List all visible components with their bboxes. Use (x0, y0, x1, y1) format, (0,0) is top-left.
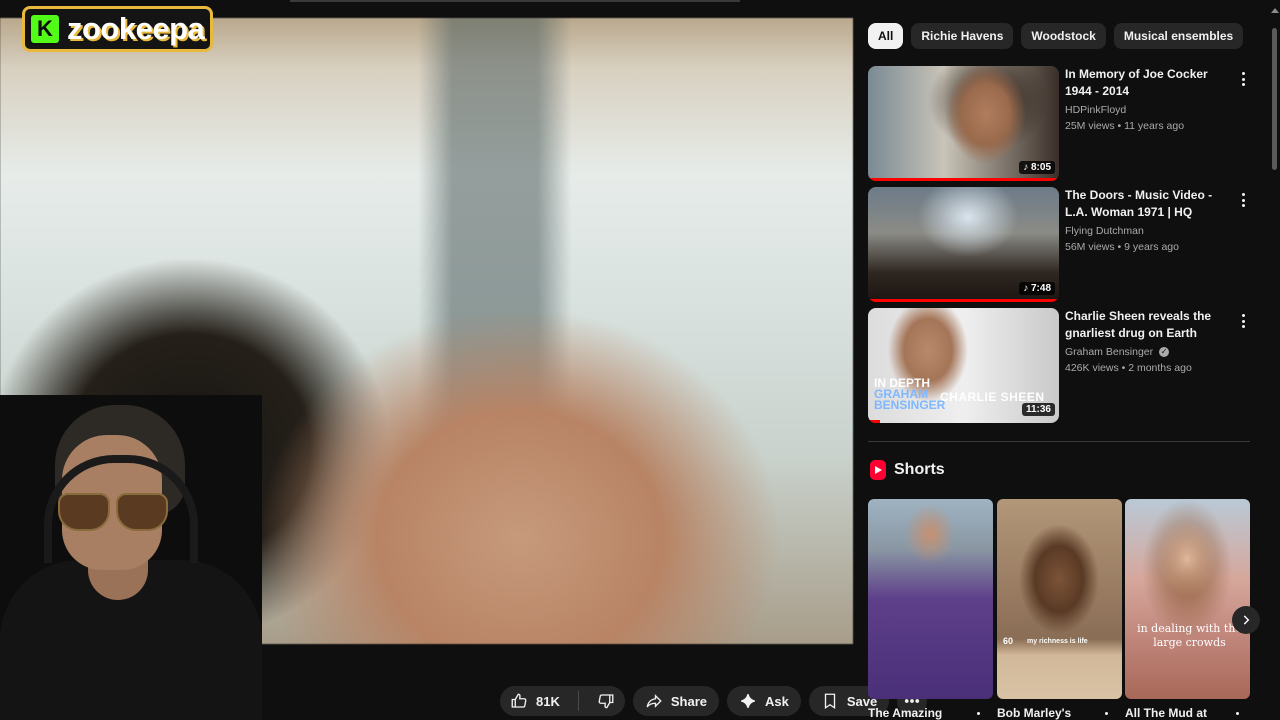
thumbs-up-icon (511, 693, 527, 708)
video-info: In Memory of Joe Cocker 1944 - 2014 HDPi… (1065, 66, 1235, 134)
video-duration: 11:36 (1021, 403, 1055, 416)
video-menu-icon[interactable] (1237, 312, 1249, 330)
chip-woodstock[interactable]: Woodstock (1021, 23, 1106, 49)
video-thumbnail[interactable]: ♪ 7:48 (868, 187, 1059, 302)
logo-text: zookeepa (67, 11, 205, 46)
related-filter-chips: All Richie Havens Woodstock Musical ense… (868, 23, 1244, 49)
sunglasses (58, 493, 168, 531)
video-menu-icon[interactable] (1237, 70, 1249, 88)
related-video-item[interactable]: ♪ 8:05 In Memory of Joe Cocker 1944 - 20… (868, 66, 1268, 181)
thumbnail-banner: IN DEPTH GRAHAM BENSINGER (874, 376, 946, 412)
short-title[interactable]: The Amazing (868, 706, 942, 720)
channel-name[interactable]: Flying Dutchman (1065, 223, 1235, 239)
watched-progress-bar (868, 420, 880, 423)
short-thumbnail[interactable]: in dealing with the large crowds (1125, 499, 1250, 699)
video-info: Charlie Sheen reveals the gnarliest drug… (1065, 308, 1235, 376)
ask-label: Ask (765, 693, 789, 709)
like-divider (577, 691, 579, 711)
shorts-header: Shorts (870, 460, 945, 480)
shorts-heading: Shorts (894, 461, 945, 478)
video-meta: 426K views • 2 months ago (1065, 362, 1192, 374)
like-button[interactable]: 81K (500, 686, 570, 716)
video-title[interactable]: In Memory of Joe Cocker 1944 - 2014 (1065, 66, 1235, 100)
share-button[interactable]: Share (632, 686, 719, 716)
chip-all[interactable]: All (868, 23, 904, 49)
short-caption: my richness is life (1027, 638, 1088, 645)
share-label: Share (670, 693, 707, 709)
shorts-next-button[interactable] (1232, 606, 1260, 634)
watched-progress-bar (868, 178, 1059, 181)
short-menu-icon[interactable] (1236, 712, 1239, 718)
short-title[interactable]: Bob Marley's (997, 706, 1071, 720)
video-info: The Doors - Music Video - L.A. Woman 197… (1065, 187, 1235, 255)
video-thumbnail[interactable]: IN DEPTH GRAHAM BENSINGER CHARLIE SHEEN … (868, 308, 1059, 423)
bookmark-icon (824, 693, 836, 710)
video-actions-bar: 81K Share Ask Save (500, 686, 928, 716)
channel-name[interactable]: Graham Bensinger ✓ (1065, 344, 1235, 360)
channel-name[interactable]: HDPinkFloyd (1065, 102, 1235, 118)
video-duration: ♪ 8:05 (1019, 161, 1055, 174)
watched-progress-bar (868, 299, 1059, 302)
chip-richie-havens[interactable]: Richie Havens (911, 23, 1014, 49)
short-thumbnail[interactable]: 60 my richness is life (997, 499, 1122, 699)
video-meta: 25M views • 11 years ago (1065, 120, 1185, 132)
channel-logo: K zookeepa (22, 6, 214, 52)
kick-logo-icon: K (29, 13, 61, 45)
streamer-webcam (0, 395, 262, 720)
video-title[interactable]: The Doors - Music Video - L.A. Woman 197… (1065, 187, 1235, 221)
short-badge: 60 (1003, 636, 1014, 646)
ask-button[interactable]: Ask (727, 686, 801, 716)
related-video-item[interactable]: IN DEPTH GRAHAM BENSINGER CHARLIE SHEEN … (868, 308, 1268, 423)
verified-icon: ✓ (1159, 347, 1170, 358)
player-progress-strip (290, 0, 740, 2)
video-title[interactable]: Charlie Sheen reveals the gnarliest drug… (1065, 308, 1235, 342)
sparkle-icon (741, 694, 755, 708)
short-caption: in dealing with the large crowds (1137, 622, 1242, 649)
short-menu-icon[interactable] (977, 712, 980, 718)
related-video-item[interactable]: ♪ 7:48 The Doors - Music Video - L.A. Wo… (868, 187, 1268, 302)
thumbs-down-icon (598, 694, 614, 709)
chevron-right-icon (1243, 615, 1250, 625)
like-count: 81K (536, 693, 560, 709)
dislike-button[interactable] (587, 686, 625, 716)
video-thumbnail[interactable]: ♪ 8:05 (868, 66, 1059, 181)
short-thumbnail[interactable] (868, 499, 993, 699)
short-title[interactable]: All The Mud at (1125, 706, 1207, 720)
thumbnail-name: CHARLIE SHEEN (940, 390, 1045, 404)
chip-musical-ensembles[interactable]: Musical ensembles (1113, 23, 1244, 49)
like-dislike-group: 81K (500, 686, 625, 716)
short-menu-icon[interactable] (1105, 712, 1108, 718)
share-icon (646, 694, 662, 708)
video-duration: ♪ 7:48 (1019, 282, 1055, 295)
video-meta: 56M views • 9 years ago (1065, 241, 1179, 253)
page-scrollbar[interactable] (1272, 28, 1277, 170)
shorts-logo-icon (870, 460, 886, 480)
video-menu-icon[interactable] (1237, 191, 1249, 209)
section-divider (868, 441, 1250, 442)
scroll-up-arrow-icon[interactable] (1271, 8, 1279, 13)
